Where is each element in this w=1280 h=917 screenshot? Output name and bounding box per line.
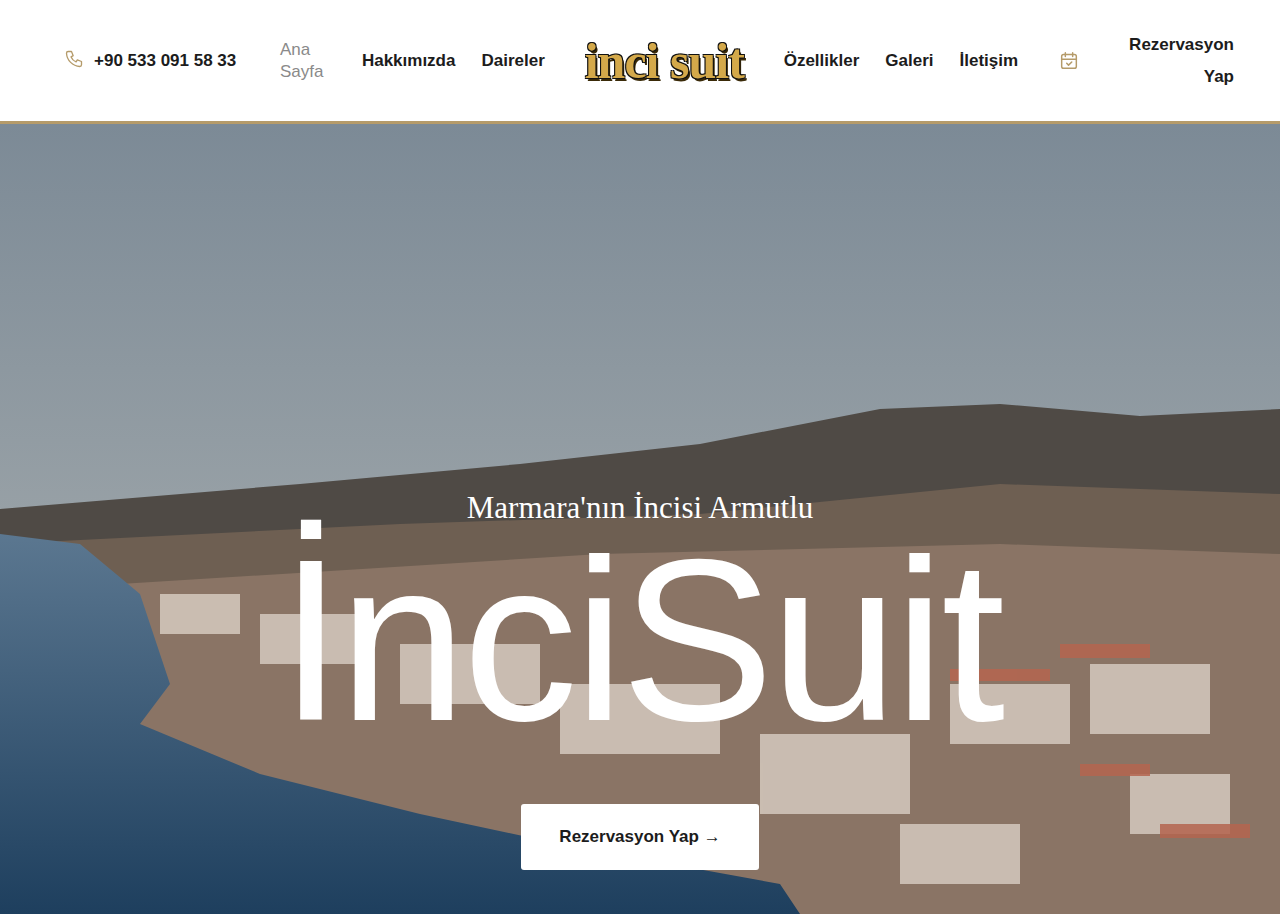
site-header: +90 533 091 58 33 Ana Sayfa Hakkımızda Dair… bbox=[0, 0, 1280, 124]
phone-icon bbox=[64, 49, 84, 69]
nav-link[interactable]: İletişim bbox=[960, 50, 1019, 72]
nav-link[interactable]: Daireler bbox=[481, 50, 544, 72]
reservation-link[interactable]: Rezervasyon Yap bbox=[1058, 29, 1234, 93]
reservation-button[interactable]: Rezervasyon Yap → bbox=[521, 804, 758, 870]
nav-link[interactable]: Ana Sayfa bbox=[280, 39, 336, 83]
nav-link[interactable]: Galeri bbox=[885, 50, 933, 72]
hero-content: Marmara'nın İncisi ArmutluİnciSuit Rezerv… bbox=[0, 124, 1280, 870]
reservation-label[interactable]: Rezervasyon Yap bbox=[1114, 29, 1234, 93]
hero-title: İnciSuit bbox=[279, 526, 1001, 756]
nav-link[interactable]: Özellikler bbox=[784, 50, 860, 72]
nav-link[interactable]: Hakkımızda bbox=[362, 50, 456, 72]
phone-contact[interactable]: +90 533 091 58 33 bbox=[64, 45, 240, 77]
nav-group: Özellikler Galeri İletişim bbox=[784, 50, 1018, 72]
hero-section: Marmara'nın İncisi ArmutluİnciSuit Rezerv… bbox=[0, 124, 1280, 914]
phone-number[interactable]: +90 533 091 58 33 bbox=[94, 51, 236, 70]
calendar-icon bbox=[1058, 50, 1080, 72]
hero-subtitle: Marmara'nın İncisi Armutlu bbox=[467, 489, 814, 526]
site-logo[interactable]: inci suit bbox=[585, 36, 744, 86]
nav-group: Ana Sayfa Hakkımızda Daireler bbox=[280, 39, 545, 83]
